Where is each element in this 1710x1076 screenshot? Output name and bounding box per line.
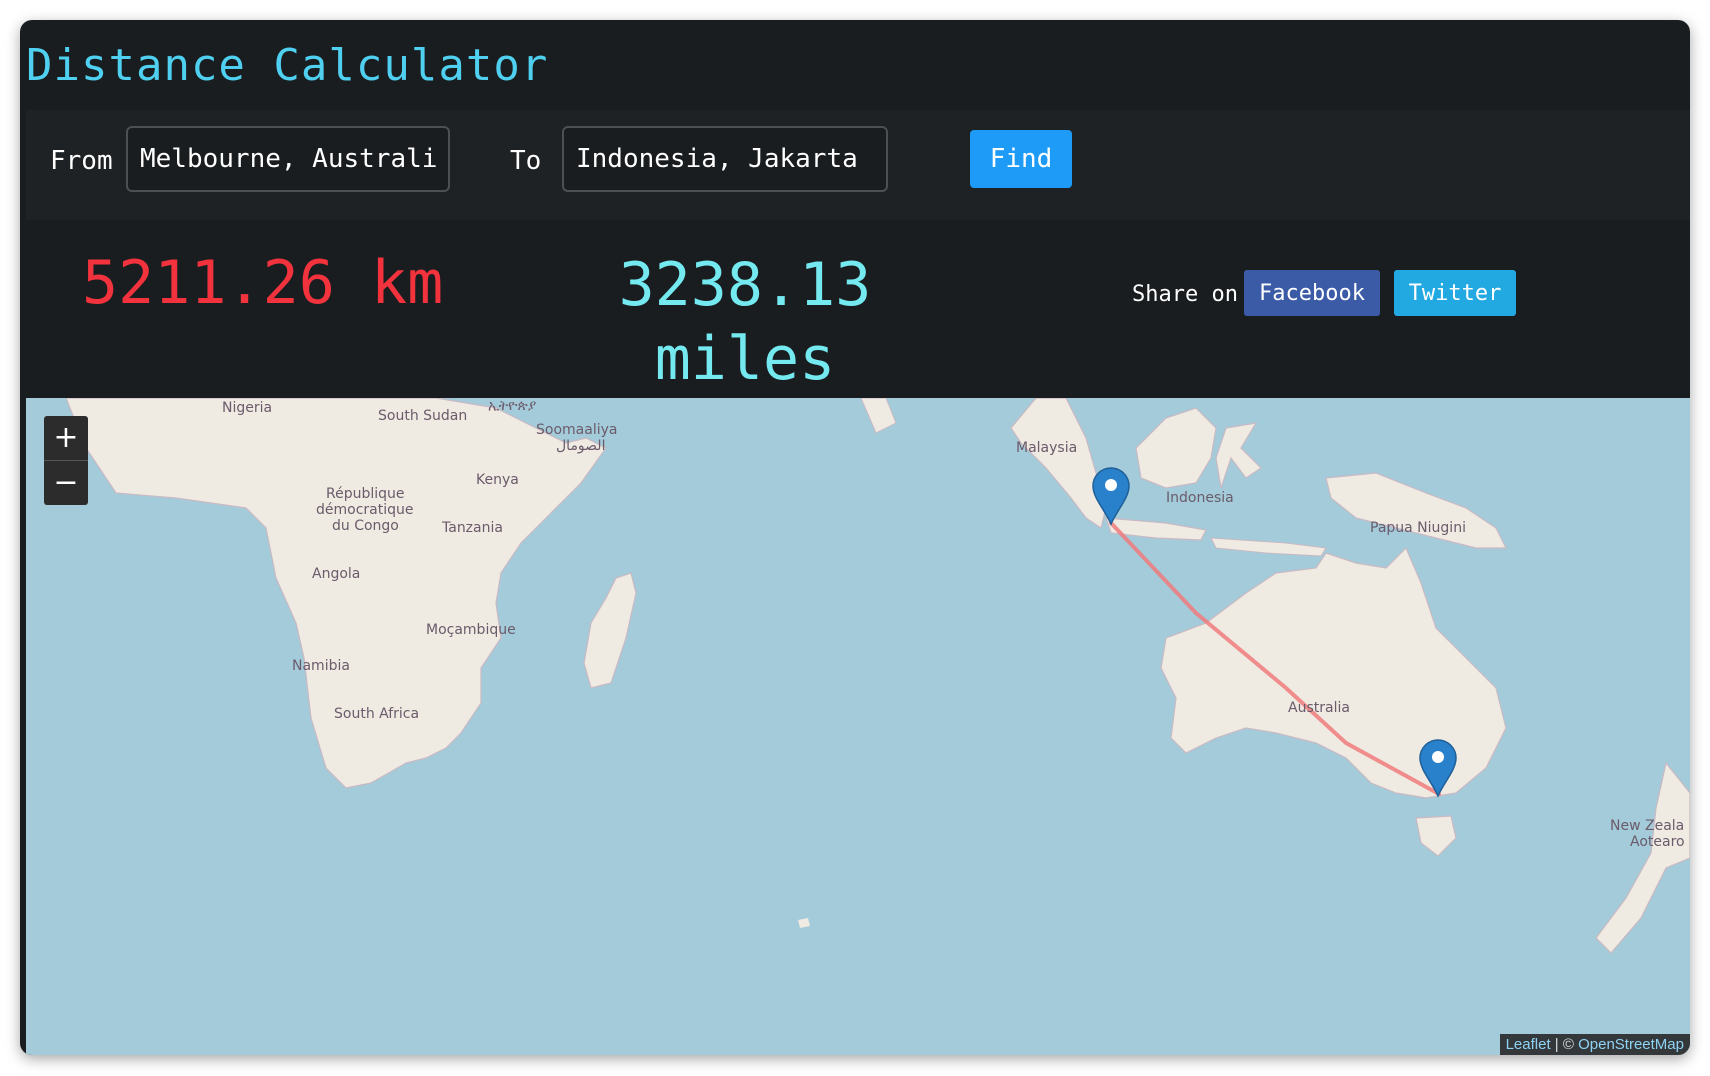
app-window: Distance Calculator From To Find 5211.26…: [20, 20, 1690, 1055]
distance-km: 5211.26 km: [82, 248, 444, 318]
tasmania-landmass: [1415, 815, 1457, 857]
label-papua-new-guinea: Papua Niugini: [1370, 520, 1466, 536]
label-south-sudan: South Sudan: [378, 408, 468, 424]
lesser-sunda: [1210, 537, 1327, 557]
java-landmass: [1105, 517, 1207, 541]
label-new-zealand-1: New Zeala: [1610, 818, 1685, 834]
to-label: To: [510, 146, 542, 176]
zoom-in-button[interactable]: +: [44, 416, 88, 461]
find-button[interactable]: Find: [970, 130, 1072, 188]
map-view[interactable]: Nigeria South Sudan ኢትዮጵያ Soomaaliya الص…: [26, 398, 1690, 1055]
miles-unit: miles: [654, 324, 836, 394]
label-drc-1: République: [326, 486, 405, 502]
island-small-2: [798, 918, 810, 928]
map-attribution: Leaflet | © OpenStreetMap: [1499, 1034, 1690, 1055]
label-indonesia: Indonesia: [1166, 490, 1234, 506]
label-mozambique: Moçambique: [426, 622, 516, 638]
to-input[interactable]: [562, 126, 888, 192]
sumatra-landmass: [1010, 398, 1107, 529]
twitter-share-button[interactable]: Twitter: [1394, 270, 1516, 316]
borneo-landmass: [1135, 407, 1217, 489]
label-somalia-ar: الصومال: [556, 438, 606, 454]
sulawesi-landmass: [1215, 422, 1262, 489]
label-angola: Angola: [312, 566, 361, 582]
page-title: Distance Calculator: [26, 40, 549, 91]
zoom-out-button[interactable]: −: [44, 461, 88, 505]
zoom-control: + −: [44, 416, 88, 505]
island-small: [860, 398, 897, 434]
label-south-africa: South Africa: [334, 706, 420, 722]
label-tanzania: Tanzania: [442, 520, 503, 536]
openstreetmap-link[interactable]: OpenStreetMap: [1578, 1036, 1684, 1053]
map-tiles: [65, 398, 1690, 954]
facebook-share-button[interactable]: Facebook: [1244, 270, 1380, 316]
label-ethiopia: ኢትዮጵያ: [488, 398, 537, 414]
label-australia: Australia: [1288, 700, 1350, 716]
new-guinea-landmass: [1325, 472, 1507, 549]
search-form: From To Find: [26, 110, 1690, 220]
label-drc-3: du Congo: [332, 518, 399, 534]
label-kenya: Kenya: [476, 472, 519, 488]
label-somalia: Soomaaliya: [536, 422, 618, 438]
label-nigeria: Nigeria: [222, 400, 273, 416]
label-malaysia: Malaysia: [1016, 440, 1078, 456]
attribution-separator: | ©: [1550, 1036, 1579, 1053]
from-input[interactable]: [126, 126, 450, 192]
label-new-zealand-2: Aotearo: [1630, 834, 1685, 850]
madagascar-landmass: [583, 572, 637, 689]
from-label: From: [50, 146, 113, 176]
distance-miles: 3238.13 miles: [580, 248, 910, 396]
label-namibia: Namibia: [292, 658, 350, 674]
miles-value: 3238.13: [618, 250, 872, 320]
label-drc-2: démocratique: [316, 502, 414, 518]
share-label: Share on: [1132, 282, 1238, 307]
leaflet-link[interactable]: Leaflet: [1506, 1036, 1551, 1053]
new-zealand-landmass: [1595, 761, 1690, 954]
africa-landmass: [65, 398, 607, 789]
